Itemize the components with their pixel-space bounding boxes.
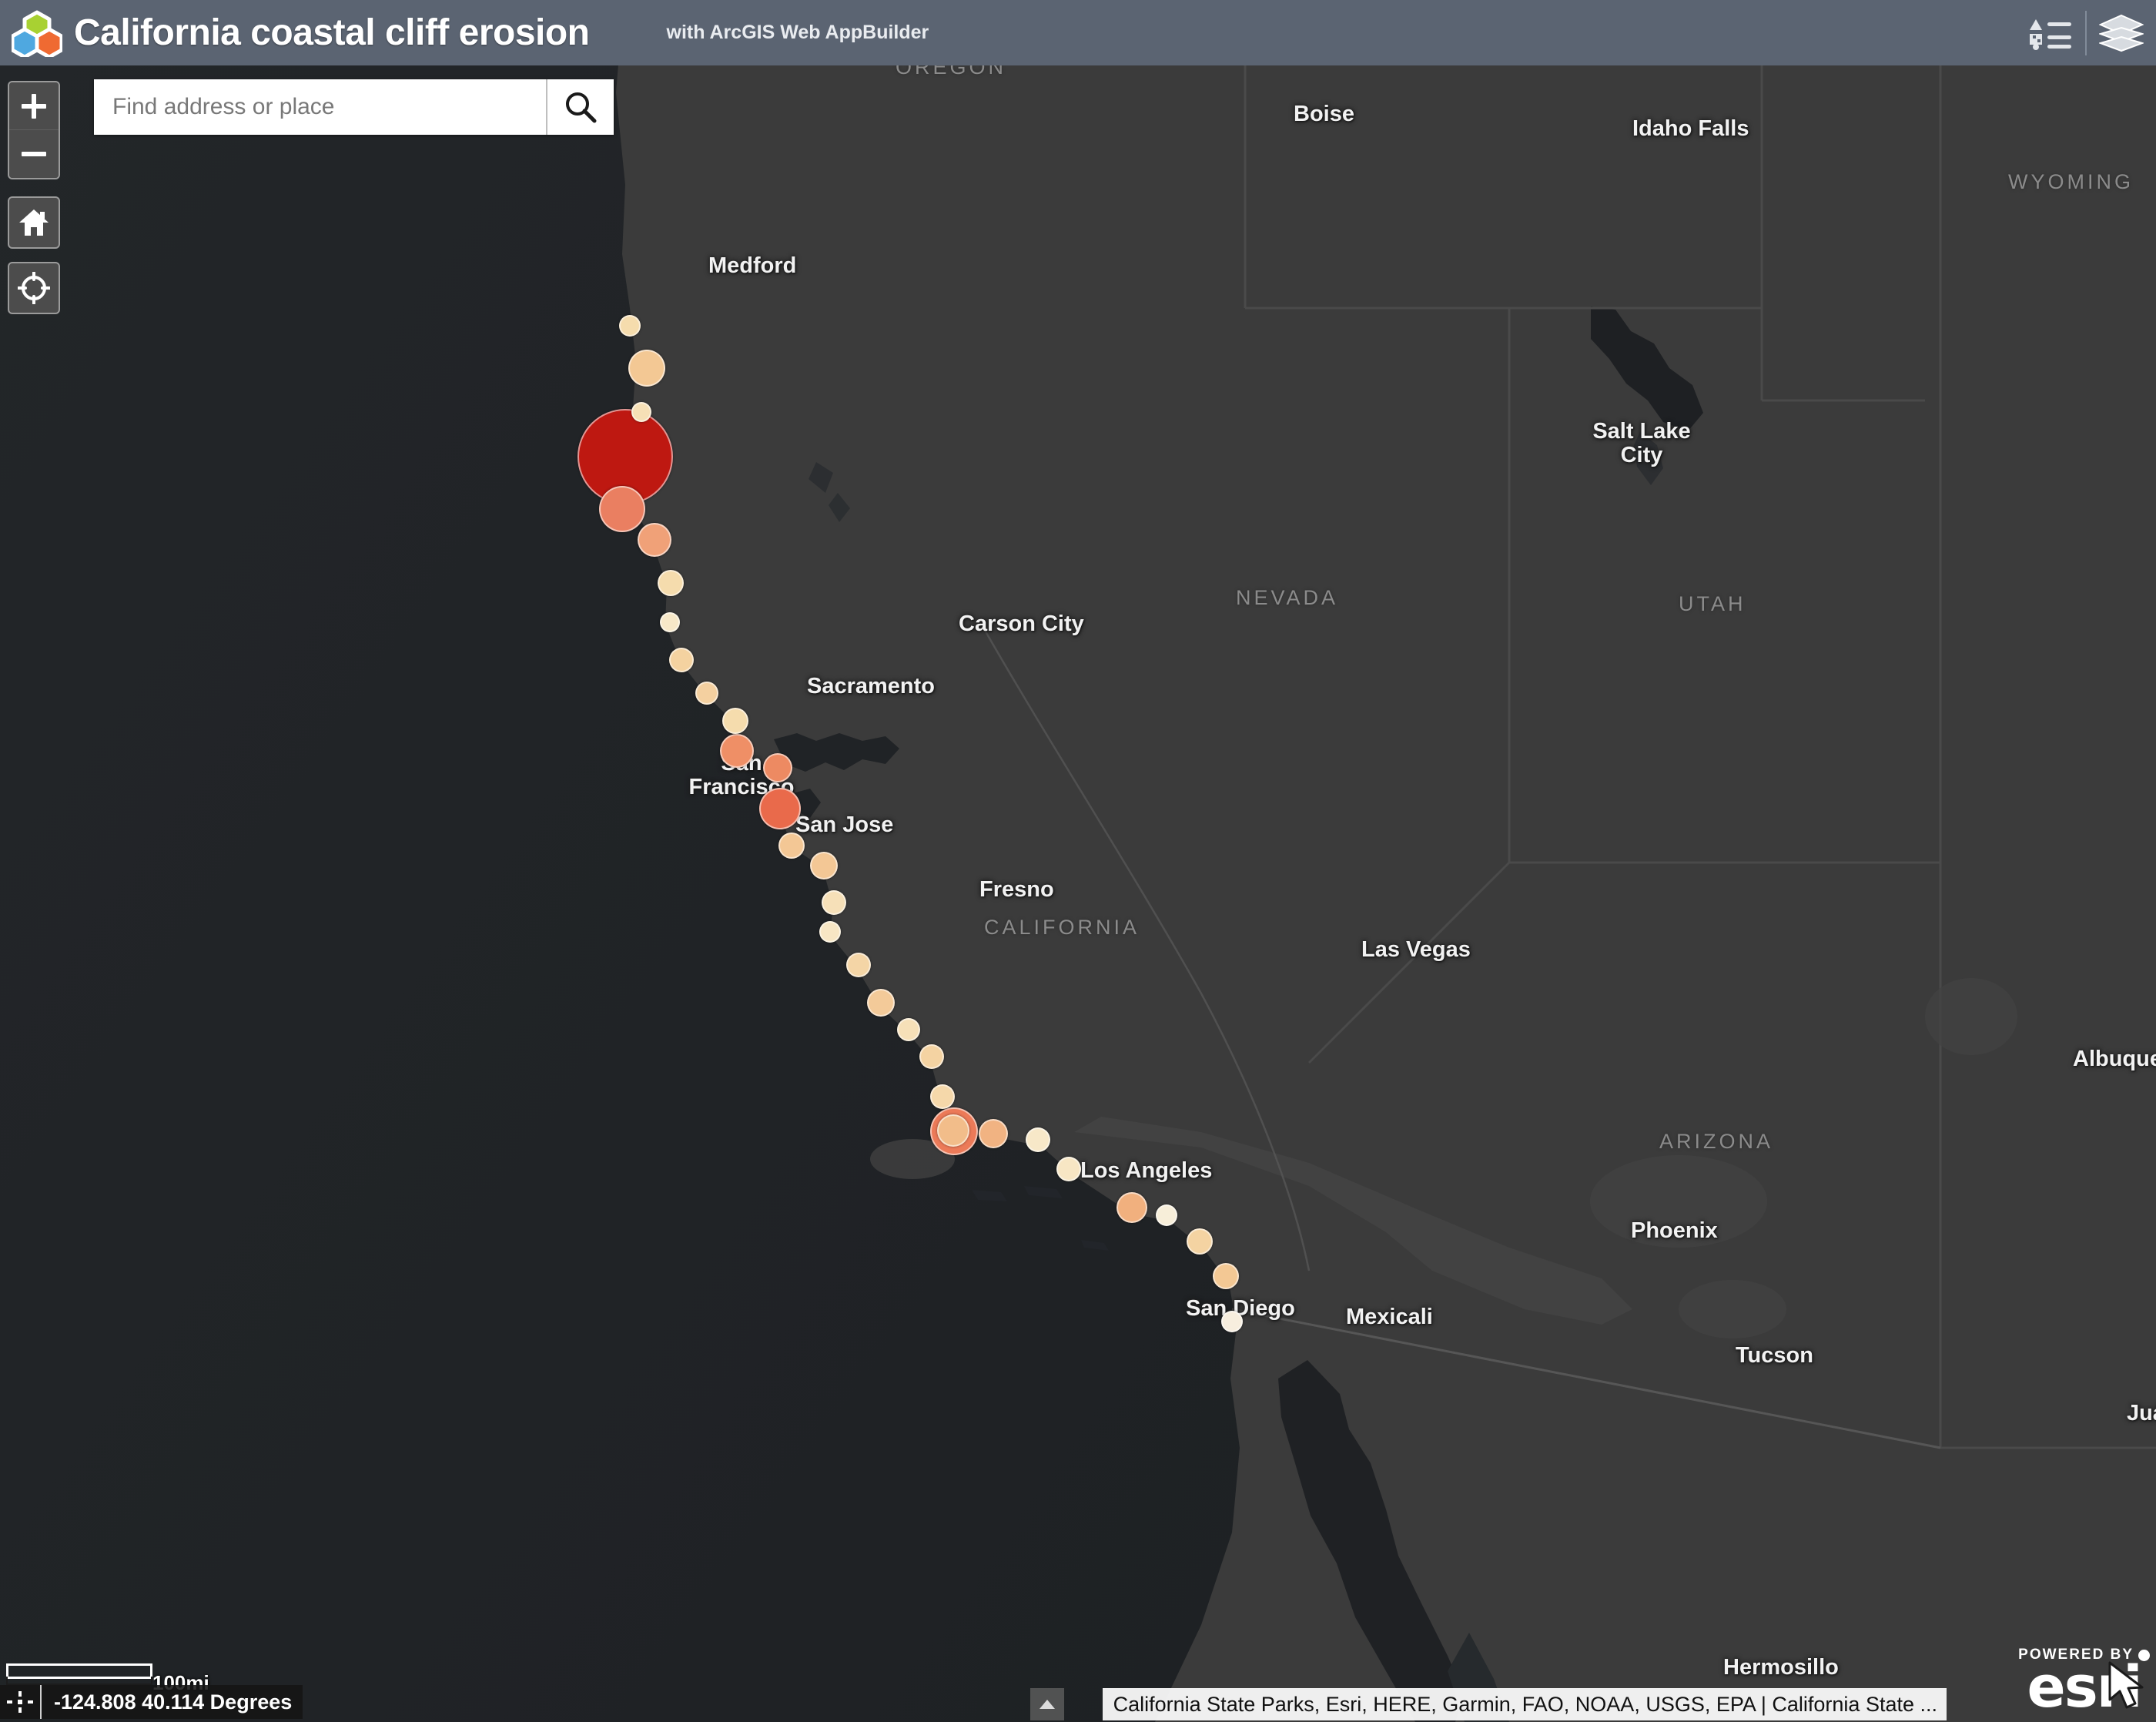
erosion-symbol[interactable] [1116, 1192, 1147, 1223]
erosion-symbol[interactable] [1187, 1228, 1213, 1255]
minus-icon [22, 142, 46, 166]
erosion-symbol[interactable] [937, 1114, 969, 1147]
erosion-symbol[interactable] [930, 1084, 955, 1109]
erosion-symbol[interactable] [846, 953, 871, 977]
zoom-in-button[interactable] [9, 82, 59, 130]
locate-me-button[interactable] [8, 262, 60, 314]
arcgis-web-app: OREGON WYOMING NEVADA UTAH CALIFORNIA ARIZONA… [0, 0, 2156, 1722]
erosion-symbol[interactable] [763, 753, 792, 782]
erosion-symbol[interactable] [778, 833, 805, 859]
erosion-symbol[interactable] [897, 1018, 920, 1041]
attribution-expand-button[interactable] [1030, 1688, 1064, 1720]
erosion-symbol[interactable] [722, 708, 748, 734]
erosion-symbol[interactable] [660, 612, 680, 632]
erosion-symbol[interactable] [1221, 1311, 1243, 1332]
search-submit-button[interactable] [546, 79, 614, 135]
erosion-symbol[interactable] [1026, 1127, 1050, 1152]
erosion-symbol[interactable] [819, 921, 841, 943]
erosion-symbol[interactable] [867, 989, 895, 1017]
zoom-out-button[interactable] [9, 130, 59, 178]
plus-icon [22, 93, 46, 119]
erosion-symbol[interactable] [658, 570, 684, 596]
search-widget [94, 79, 614, 135]
coordinates-value: -124.808 40.114 Degrees [54, 1690, 293, 1714]
coordinates-widget[interactable]: -124.808 40.114 Degrees [0, 1685, 303, 1719]
home-icon [19, 209, 49, 236]
crosshair-small-icon [0, 1685, 42, 1719]
erosion-symbol[interactable] [599, 486, 645, 532]
zoom-control-group [8, 81, 60, 179]
erosion-symbol[interactable] [720, 734, 754, 768]
attribution-text: California State Parks, Esri, HERE, Garm… [1113, 1692, 1937, 1716]
app-title: California coastal cliff erosion [74, 12, 590, 53]
attribution-bar[interactable]: California State Parks, Esri, HERE, Garm… [1102, 1688, 1947, 1720]
mouse-cursor-pointer-icon [2107, 1661, 2151, 1714]
erosion-symbol[interactable] [919, 1044, 944, 1069]
basemap-vector-layer [0, 0, 2156, 1722]
triangle-up-icon [1040, 1700, 1055, 1709]
search-icon [566, 92, 597, 123]
legend-icon [2030, 18, 2071, 50]
erosion-symbol[interactable] [1056, 1157, 1081, 1181]
erosion-symbol[interactable] [619, 315, 641, 337]
layer-list-button[interactable] [2087, 0, 2156, 65]
search-input[interactable] [94, 79, 546, 135]
legend-button[interactable] [2016, 0, 2085, 65]
app-logo-icon [0, 9, 74, 57]
erosion-symbol[interactable] [628, 350, 665, 387]
erosion-symbol[interactable] [822, 890, 846, 915]
erosion-symbol[interactable] [979, 1119, 1008, 1148]
erosion-symbol[interactable] [810, 852, 838, 879]
erosion-symbol[interactable] [695, 682, 718, 705]
layers-icon [2099, 14, 2144, 52]
erosion-symbol[interactable] [669, 648, 694, 672]
erosion-symbol[interactable] [759, 788, 801, 829]
home-extent-button[interactable] [8, 196, 60, 249]
app-header: California coastal cliff erosion with Ar… [0, 0, 2156, 65]
erosion-symbol[interactable] [1213, 1263, 1239, 1289]
header-tool-group [2016, 0, 2156, 65]
erosion-symbol[interactable] [1156, 1204, 1177, 1226]
erosion-symbol[interactable] [638, 523, 671, 557]
locate-crosshair-icon [18, 272, 50, 304]
app-subtitle: with ArcGIS Web AppBuilder [666, 22, 929, 43]
erosion-symbol[interactable] [631, 402, 651, 422]
map-canvas[interactable]: OREGON WYOMING NEVADA UTAH CALIFORNIA ARIZONA… [0, 0, 2156, 1722]
